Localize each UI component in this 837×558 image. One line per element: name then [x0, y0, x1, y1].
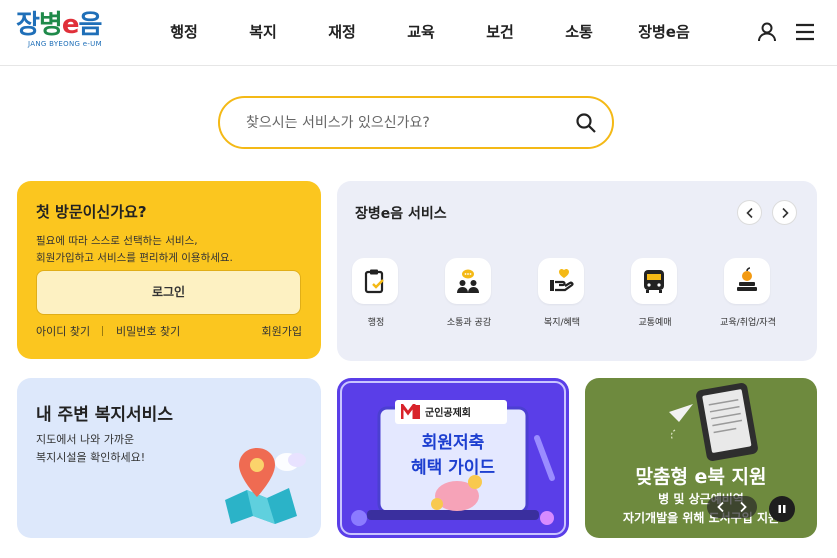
books-apple-icon — [724, 258, 770, 304]
pause-icon — [778, 505, 786, 513]
hamburger-menu-icon[interactable] — [793, 20, 817, 44]
main-nav: 행정 복지 재정 교육 보건 소통 장병e음 — [150, 18, 704, 46]
first-visit-desc-line2: 회원가입하고 서비스를 편리하게 이용하세요. — [36, 252, 233, 264]
site-logo[interactable]: 장병e음 JANG BYEONG e-UM — [16, 10, 116, 54]
search-icon[interactable] — [574, 111, 598, 135]
nearby-welfare-description: 지도에서 나와 가까운 복지시설을 확인하세요! — [36, 431, 206, 467]
ebook-support-banner[interactable]: 맞춤형 e북 지원 병 및 상근예비역 자기개발을 위해 도서구입 지원 — [585, 378, 817, 538]
search-input[interactable] — [246, 112, 566, 134]
nav-item-education[interactable]: 교육 — [376, 18, 466, 46]
service-item-admin[interactable]: 행정 — [338, 258, 414, 328]
nav-item-health[interactable]: 보건 — [466, 18, 534, 46]
account-links: 아이디 찾기 비밀번호 찾기 회원가입 — [36, 323, 302, 339]
nearby-welfare-desc-line2: 복지시설을 확인하세요! — [36, 451, 146, 464]
savings-guide-badge: 군인공제회 — [395, 400, 507, 424]
logo-wordmark: 장병e음 — [16, 10, 102, 40]
first-visit-title: 첫 방문이신가요? — [36, 203, 147, 221]
services-card: 장병e음 서비스 행정 소통과 공감 복지/혜택 교통예매 교육/취업/자격 — [337, 181, 817, 361]
services-prev-button[interactable] — [737, 200, 762, 225]
first-visit-card: 첫 방문이신가요? 필요에 따라 스스로 선택하는 서비스, 회원가입하고 서비… — [17, 181, 321, 359]
service-label: 소통과 공감 — [446, 318, 492, 328]
chevron-right-icon — [781, 207, 789, 218]
service-item-transport[interactable]: 교통예매 — [617, 258, 693, 328]
savings-guide-title-line2: 혜택 가이드 — [410, 458, 496, 478]
service-label: 교육/취업/자격 — [720, 318, 776, 328]
find-password-link[interactable]: 비밀번호 찾기 — [116, 323, 180, 339]
nav-item-admin[interactable]: 행정 — [150, 18, 218, 46]
logo-mark-icon — [401, 404, 420, 419]
nav-item-communication[interactable]: 소통 — [534, 18, 624, 46]
chat-people-icon — [445, 258, 491, 304]
nearby-welfare-title: 내 주변 복지서비스 — [36, 405, 173, 425]
banner-prev-next-control[interactable] — [707, 496, 757, 518]
nearby-welfare-card[interactable]: 내 주변 복지서비스 지도에서 나와 가까운 복지시설을 확인하세요! — [17, 378, 321, 538]
chevron-left-icon — [745, 207, 753, 218]
user-icon[interactable] — [755, 20, 779, 44]
service-item-communication[interactable]: 소통과 공감 — [431, 258, 507, 328]
site-header: 장병e음 JANG BYEONG e-UM 행정 복지 재정 교육 보건 소통 … — [0, 0, 837, 66]
login-button[interactable]: 로그인 — [36, 270, 301, 315]
link-divider — [102, 326, 103, 336]
nav-item-welfare[interactable]: 복지 — [218, 18, 308, 46]
heart-hand-icon — [538, 258, 584, 304]
pause-button[interactable] — [769, 496, 795, 522]
nav-item-finance[interactable]: 재정 — [308, 18, 376, 46]
join-link[interactable]: 회원가입 — [262, 323, 302, 339]
first-visit-desc-line1: 필요에 따라 스스로 선택하는 서비스, — [36, 235, 198, 247]
find-id-link[interactable]: 아이디 찾기 — [36, 323, 90, 339]
service-label: 교통예매 — [638, 318, 672, 328]
map-pin-icon — [217, 440, 317, 528]
nearby-welfare-desc-line1: 지도에서 나와 가까운 — [36, 433, 135, 446]
chevron-right-icon[interactable] — [737, 501, 749, 513]
bus-icon — [631, 258, 677, 304]
savings-guide-badge-text: 군인공제회 — [425, 408, 471, 419]
first-visit-description: 필요에 따라 스스로 선택하는 서비스, 회원가입하고 서비스를 편리하게 이용… — [36, 233, 306, 267]
service-item-welfare[interactable]: 복지/혜택 — [524, 258, 600, 328]
nav-item-jangbyeong-eum[interactable]: 장병e음 — [624, 18, 704, 46]
chevron-left-icon[interactable] — [715, 501, 727, 513]
service-label: 복지/혜택 — [543, 318, 581, 328]
ebook-support-title: 맞춤형 e북 지원 — [635, 466, 767, 488]
clipboard-icon — [352, 258, 398, 304]
savings-guide-banner[interactable]: 군인공제회 회원저축 혜택 가이드 — [337, 378, 569, 538]
services-next-button[interactable] — [772, 200, 797, 225]
service-item-education[interactable]: 교육/취업/자격 — [710, 258, 786, 328]
services-title: 장병e음 서비스 — [355, 206, 447, 222]
service-label: 행정 — [367, 318, 385, 328]
search-bar — [218, 96, 614, 149]
savings-guide-title-line1: 회원저축 — [421, 433, 485, 453]
logo-subtitle: JANG BYEONG e-UM — [28, 40, 102, 48]
